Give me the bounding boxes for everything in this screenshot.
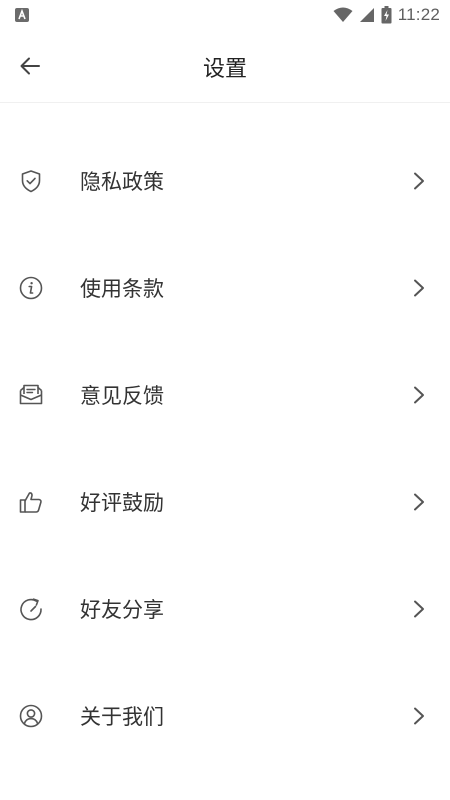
status-time: 11:22 xyxy=(397,5,440,24)
chevron-right-icon xyxy=(408,170,430,192)
menu-item-label: 好友分享 xyxy=(80,597,164,622)
menu-item-label: 好评鼓励 xyxy=(80,490,164,515)
page-title: 设置 xyxy=(202,57,247,82)
a-notification-icon xyxy=(15,8,29,22)
status-icons: 11:22 xyxy=(333,5,440,25)
chevron-right-icon xyxy=(408,491,430,513)
app-bar: 设置 xyxy=(0,30,450,103)
cellular-signal-icon xyxy=(359,8,374,22)
menu-item-label: 使用条款 xyxy=(80,276,164,301)
menu-item-about-us[interactable]: 关于我们 xyxy=(0,662,450,769)
menu-item-terms-of-use[interactable]: 使用条款 xyxy=(0,234,450,341)
thumbs-up-icon xyxy=(17,488,45,516)
menu-item-label: 意见反馈 xyxy=(80,383,164,408)
status-bar: 11:22 xyxy=(0,0,450,30)
menu-item-share-with-friends[interactable]: 好友分享 xyxy=(0,555,450,662)
chevron-right-icon xyxy=(408,598,430,620)
mail-open-icon xyxy=(17,381,45,409)
menu-item-label: 关于我们 xyxy=(80,704,164,729)
info-circle-icon xyxy=(17,274,45,302)
chevron-right-icon xyxy=(408,277,430,299)
settings-menu-list: 隐私政策 使用条款 意见反馈 好评鼓励 好友分享 关于我们 xyxy=(0,127,450,769)
menu-item-privacy-policy[interactable]: 隐私政策 xyxy=(0,127,450,234)
chevron-right-icon xyxy=(408,384,430,406)
menu-item-label: 隐私政策 xyxy=(80,169,164,194)
share-circular-icon xyxy=(17,595,45,623)
menu-item-rate-us[interactable]: 好评鼓励 xyxy=(0,448,450,555)
user-circle-icon xyxy=(17,702,45,730)
battery-charging-icon xyxy=(381,6,392,24)
shield-check-icon xyxy=(17,167,45,195)
chevron-right-icon xyxy=(408,705,430,727)
wifi-icon xyxy=(333,7,353,22)
menu-item-feedback[interactable]: 意见反馈 xyxy=(0,341,450,448)
